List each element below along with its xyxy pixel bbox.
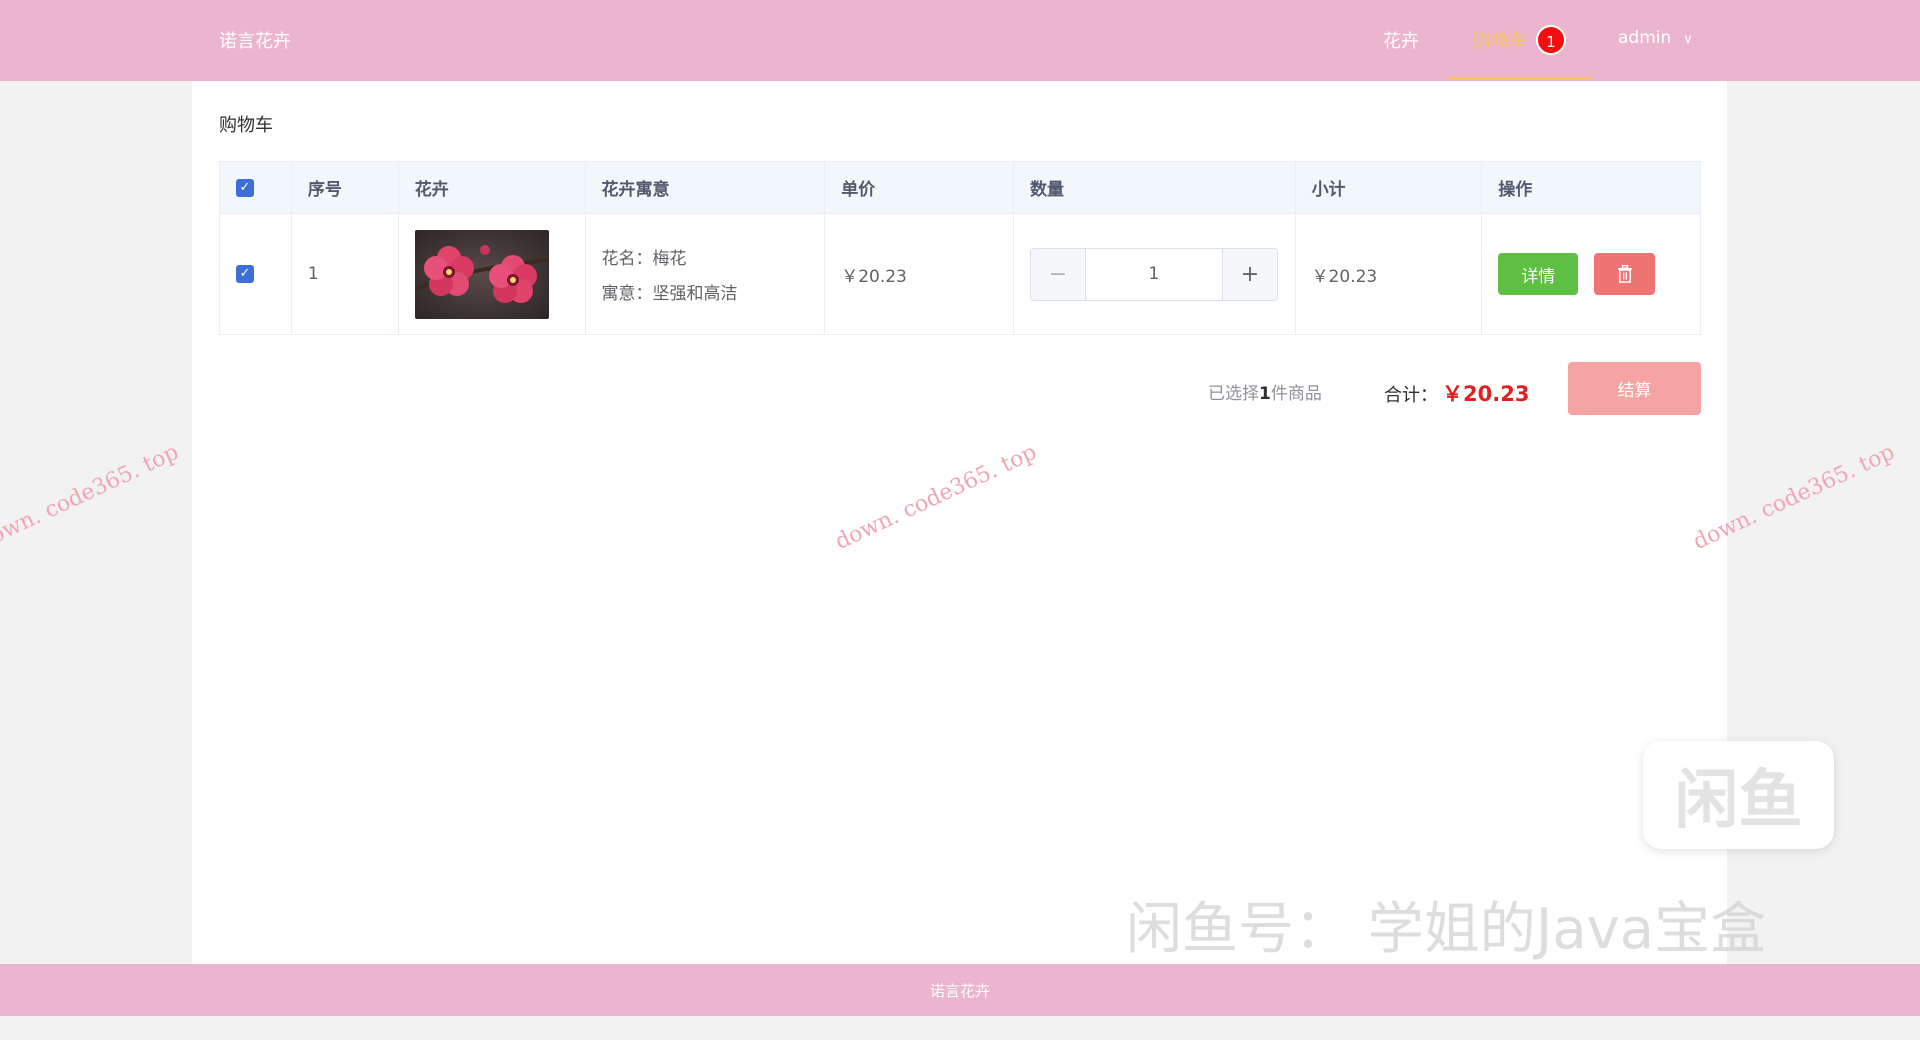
detail-button[interactable]: 详情 [1498,253,1579,295]
xianyu-account-watermark: 闲鱼号： 学姐的Java宝盒 [1126,897,1767,962]
flower-name-text: 花名：梅花 [601,249,687,269]
column-header-subtotal: 小计 [1296,162,1483,213]
nav-active-indicator [1448,77,1592,80]
minus-icon: − [1048,261,1068,287]
checkout-button[interactable]: 结算 [1568,362,1701,415]
row-checkbox-cell: ✓ [220,214,292,334]
flower-meaning-text: 寓意：坚强和高洁 [601,284,738,304]
quantity-input[interactable]: 1 [1086,249,1222,300]
column-header-unit-price: 单价 [825,162,1014,213]
column-header-actions: 操作 [1498,180,1533,200]
footer: 诺言花卉 [0,964,1920,1016]
quantity-cell: − 1 + [1014,214,1296,334]
user-menu[interactable]: admin ∨ [1618,28,1693,48]
brand-logo[interactable]: 诺言花卉 [219,27,291,53]
flower-image-cell [399,214,586,334]
selected-count: 1 [1259,384,1271,404]
watermark-left: down. code365. top [0,439,183,555]
column-header-quantity: 数量 [1014,162,1296,213]
row-index: 1 [292,214,399,334]
selected-count-text: 已选择1件商品 [1208,379,1322,404]
total-label: 合计： [1384,385,1438,406]
column-header-index: 序号 [292,162,399,213]
trash-icon [1617,265,1632,283]
delete-button[interactable] [1594,253,1656,295]
header-checkbox-cell: ✓ [220,162,292,213]
quantity-stepper: − 1 + [1029,247,1278,301]
chevron-down-icon: ∨ [1683,32,1693,47]
top-navbar: 诺言花卉 花卉 购物车 1 admin ∨ [0,0,1920,81]
flower-meaning-cell: 花名：梅花 寓意：坚强和高洁 [586,214,826,334]
column-header-meaning: 花卉寓意 [586,162,826,213]
user-name: admin [1618,28,1672,48]
xianyu-logo: 闲鱼 [1643,741,1834,849]
row-checkbox[interactable]: ✓ [236,265,254,283]
table-row: ✓ 1 花名：梅花 寓意：坚强和高洁 ￥20.23 − 1 + ￥20.23 详… [220,214,1700,334]
check-icon: ✓ [239,266,251,281]
nav-cart[interactable]: 购物车 [1473,27,1527,53]
select-all-checkbox[interactable]: ✓ [236,178,254,197]
cart-table: ✓ 序号 花卉 花卉寓意 单价 数量 小计 操作 ✓ 1 花名：梅花 寓意：坚强… [219,161,1701,335]
subtotal: ￥20.23 [1296,214,1483,334]
quantity-decrease-button[interactable]: − [1030,248,1086,300]
nav-flowers[interactable]: 花卉 [1383,27,1419,53]
total-price: ￥20.23 [1442,382,1530,406]
table-header: ✓ 序号 花卉 花卉寓意 单价 数量 小计 操作 [220,162,1700,214]
selected-prefix: 已选择 [1208,384,1259,404]
cart-count-badge: 1 [1536,25,1566,55]
unit-price: ￥20.23 [825,214,1014,334]
actions-cell: 详情 [1482,214,1700,334]
footer-text: 诺言花卉 [929,981,990,1000]
quantity-increase-button[interactable]: + [1221,248,1277,300]
check-icon: ✓ [239,179,251,195]
bottom-strip [0,1016,1920,1040]
flower-image [414,229,549,319]
plus-icon: + [1240,261,1260,287]
selected-suffix: 件商品 [1270,384,1322,404]
column-header-flower: 花卉 [399,162,586,213]
page-title: 购物车 [219,115,273,136]
